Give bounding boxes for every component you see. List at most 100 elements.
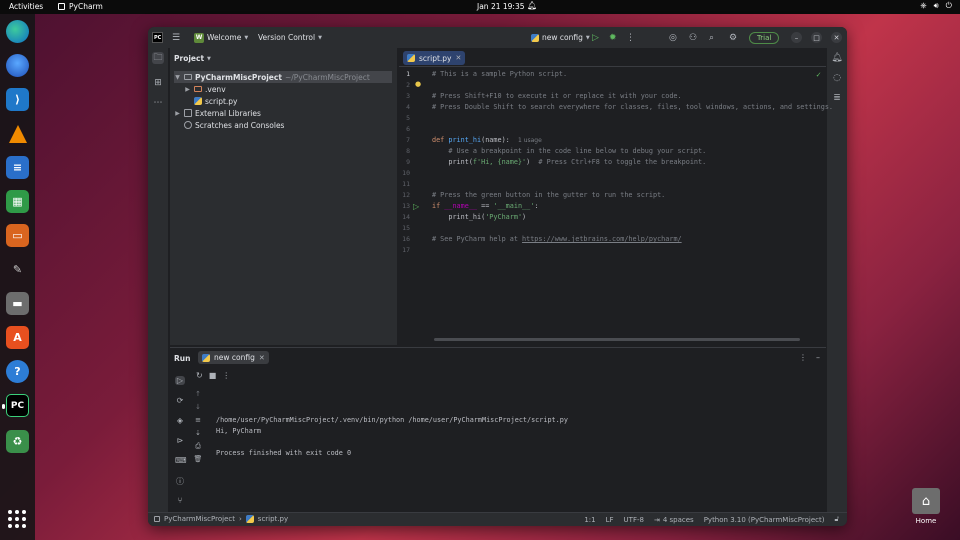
run-button[interactable]: ▷	[592, 31, 605, 44]
maximize-button[interactable]: □	[811, 31, 822, 44]
editor-gutter[interactable]: 1 2 3 4 5 6 7 8 9 10 11 12 13 14 15 16 1…	[399, 68, 431, 345]
horizontal-scrollbar[interactable]	[434, 338, 800, 341]
close-tab-icon[interactable]: ✕	[259, 354, 265, 362]
run-config-selector[interactable]: new config ▼	[531, 31, 590, 44]
soft-wrap-icon[interactable]: ≡	[192, 416, 204, 424]
app-name: PyCharm	[69, 2, 103, 11]
run-tab-new-config[interactable]: new config ✕	[198, 351, 269, 364]
scroll-down-icon[interactable]: ↓	[192, 403, 204, 411]
scroll-to-end-icon[interactable]: ⇣	[192, 429, 204, 437]
minimize-button[interactable]: –	[791, 31, 802, 44]
scroll-up-icon[interactable]: ↑	[192, 390, 204, 398]
editor-tab-script[interactable]: script.py ✕	[403, 51, 466, 65]
show-apps-icon[interactable]	[8, 510, 26, 528]
code-token: def	[432, 136, 449, 144]
stop-icon[interactable]: ■	[209, 371, 217, 380]
line-separator[interactable]: LF	[606, 516, 614, 524]
line-number: 11	[402, 180, 410, 188]
project-panel-title[interactable]: Project ▼	[174, 54, 211, 63]
app-menu[interactable]: PyCharm	[58, 2, 103, 11]
help-link[interactable]: https://www.jetbrains.com/help/pycharm/	[522, 235, 682, 243]
debug-button[interactable]: ✹	[609, 31, 622, 44]
run-tool-icon[interactable]: ▷	[175, 376, 185, 385]
console-line: /home/user/PyCharmMiscProject/.venv/bin/…	[216, 416, 568, 424]
code-token: print_hi	[448, 136, 482, 144]
problems-icon[interactable]: ⓘ	[175, 476, 185, 487]
indent-widget[interactable]: ⇥ 4 spaces	[654, 516, 694, 524]
thunderbird-icon[interactable]	[6, 54, 29, 77]
clear-all-icon[interactable]: 🗑︎	[192, 455, 204, 463]
code-token: __name__	[444, 202, 478, 210]
line-number: 9	[406, 158, 410, 166]
lock-icon[interactable]: 🔓︎	[834, 515, 839, 524]
more-actions-icon[interactable]: ⋮	[626, 31, 639, 44]
console-line: Hi, PyCharm	[216, 427, 262, 435]
usage-hint[interactable]: 1 usage	[518, 137, 542, 144]
clock[interactable]: Jan 21 19:35	[477, 2, 525, 11]
app-center-icon[interactable]: A	[6, 326, 29, 349]
more-tools-icon[interactable]: ⋯	[152, 97, 164, 109]
trial-button[interactable]: Trial	[749, 31, 780, 44]
files-icon[interactable]: ▬	[6, 292, 29, 315]
breadcrumb-project[interactable]: PyCharmMiscProject	[164, 515, 235, 523]
system-tray[interactable]: ⎈ 🔊︎ ⏻	[920, 1, 952, 11]
python-packages-icon[interactable]: ⟳	[175, 396, 185, 405]
project-tool-folder-icon[interactable]: 🗀︎	[152, 52, 164, 64]
lightbulb-icon[interactable]: ●	[415, 80, 421, 88]
impress-icon[interactable]: ▭	[6, 224, 29, 247]
structure-icon[interactable]: ⊞	[152, 77, 164, 89]
vscode-icon[interactable]: ⟩	[6, 88, 29, 111]
code-token: # Press Ctrl+F8 to toggle the breakpoint…	[538, 158, 707, 166]
tree-scratches[interactable]: Scratches and Consoles	[184, 119, 284, 131]
layers-icon[interactable]: ◈	[175, 416, 185, 425]
ai-assistant-icon[interactable]: ◎	[669, 31, 682, 44]
python-file-icon	[407, 54, 415, 62]
writer-icon[interactable]: ≡	[6, 156, 29, 179]
top-bar: Activities PyCharm Jan 21 19:35 🔔︎ ⎈ 🔊︎ …	[0, 0, 960, 14]
git-icon[interactable]: ⑂	[175, 496, 185, 505]
editor-tab-bar: script.py ✕	[399, 48, 826, 67]
code-token: if	[432, 202, 445, 210]
code-line: # Press the green button in the gutter t…	[432, 191, 666, 199]
edge-browser-icon[interactable]	[6, 20, 29, 43]
code-area[interactable]: # This is a sample Python script. # Pres…	[432, 68, 833, 338]
breadcrumb-file[interactable]: script.py	[258, 515, 288, 523]
rerun-icon[interactable]: ↻	[196, 371, 203, 380]
desktop-home-folder[interactable]: ⌂ Home	[908, 488, 944, 525]
file-encoding[interactable]: UTF-8	[624, 516, 644, 524]
calc-icon[interactable]: ▦	[6, 190, 29, 213]
main-menu-icon[interactable]: ☰	[172, 31, 185, 44]
hide-panel-icon[interactable]: –	[816, 353, 820, 362]
activities-button[interactable]: Activities	[9, 2, 43, 11]
caret-position[interactable]: 1:1	[584, 516, 595, 524]
more-icon[interactable]: ⋮	[222, 371, 230, 380]
more-options-icon[interactable]: ⋮	[799, 353, 807, 362]
line-number: 8	[406, 147, 410, 155]
inspection-ok-icon[interactable]: ✓	[816, 69, 821, 80]
help-icon[interactable]: ?	[6, 360, 29, 383]
tree-external-libraries[interactable]: ▶ External Libraries	[174, 107, 261, 119]
settings-gear-icon[interactable]: ⚙	[729, 31, 742, 44]
vcs-menu[interactable]: Version Control ▼	[258, 31, 322, 44]
print-icon[interactable]: ⎙	[192, 442, 204, 451]
vlc-icon[interactable]	[6, 122, 29, 145]
tree-script-file[interactable]: script.py	[194, 95, 237, 107]
code-with-me-icon[interactable]: ⚇	[689, 31, 702, 44]
terminal-icon[interactable]: ⌨	[175, 456, 187, 465]
tree-venv-folder[interactable]: ▶ .venv	[184, 83, 225, 95]
close-button[interactable]: ✕	[831, 31, 842, 44]
code-editor: script.py ✕ 1 2 3 4 5 6 7 8 9 10 11 12 1…	[399, 48, 833, 345]
search-icon[interactable]: ⌕	[709, 31, 722, 44]
interpreter-selector[interactable]: Python 3.10 (PyCharmMiscProject)	[704, 516, 825, 524]
gimp-icon[interactable]: ✎	[6, 258, 29, 281]
tree-root-folder[interactable]: ▼ PyCharmMiscProject ~/PyCharmMiscProjec…	[174, 71, 392, 83]
close-tab-icon[interactable]: ✕	[455, 54, 461, 62]
ai-chat-icon[interactable]: ◌	[831, 72, 843, 84]
notifications-bell-icon[interactable]: 🔔︎	[831, 52, 843, 64]
gutter-run-icon[interactable]: ▷	[413, 201, 419, 212]
trash-icon[interactable]: ♻	[6, 430, 29, 453]
services-icon[interactable]: ⊳	[175, 436, 185, 445]
status-bar: PyCharmMiscProject › script.py 1:1 LF UT…	[148, 512, 847, 526]
pycharm-icon[interactable]: PC	[2, 394, 29, 417]
project-selector[interactable]: W Welcome ▼	[194, 31, 248, 44]
